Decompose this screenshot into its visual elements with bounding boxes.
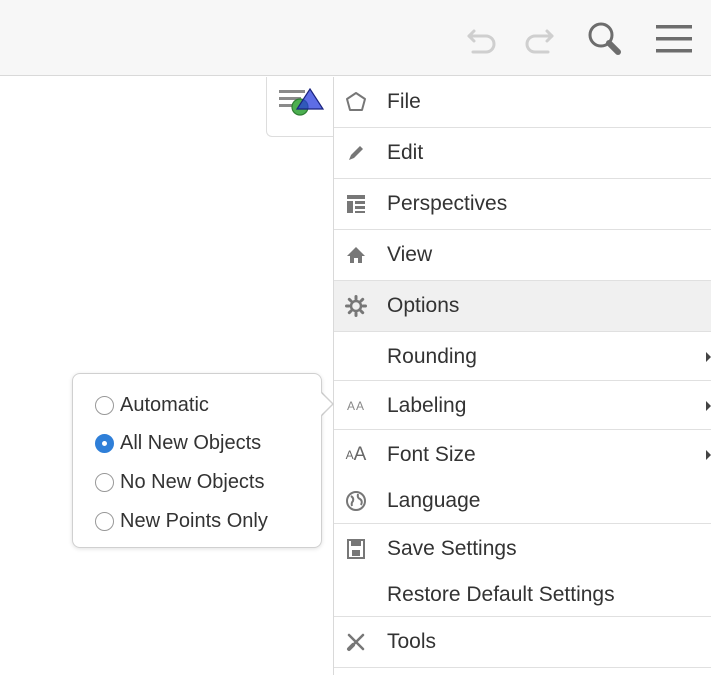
- submenu-arrow-icon: [706, 450, 711, 460]
- menu-item-label: Labeling: [387, 393, 467, 417]
- menu-item-edit[interactable]: Edit: [334, 128, 711, 179]
- menu-icon[interactable]: [652, 14, 696, 64]
- options-item-restore-defaults[interactable]: Restore Default Settings: [334, 574, 711, 616]
- options-item-save-settings[interactable]: Save Settings: [334, 524, 711, 574]
- small-caps-icon: AA: [346, 398, 365, 413]
- menu-item-label: View: [387, 243, 433, 266]
- labeling-option-no-new-objects[interactable]: No New Objects: [95, 471, 265, 494]
- file-icon: [344, 90, 368, 114]
- menu-item-tools[interactable]: Tools: [334, 617, 711, 667]
- menu-item-file[interactable]: File: [334, 77, 711, 128]
- font-size-icon: AA: [345, 444, 367, 465]
- options-item-language[interactable]: Language: [334, 479, 711, 523]
- menu-item-label: Perspectives: [387, 192, 508, 215]
- menu-divider: [334, 667, 711, 668]
- menu-item-view[interactable]: View: [334, 230, 711, 281]
- menu-item-label: Tools: [387, 630, 437, 653]
- options-item-labeling[interactable]: AA Labeling: [334, 381, 711, 430]
- radio-label: All New Objects: [120, 432, 262, 454]
- radio-label: No New Objects: [120, 471, 265, 493]
- globe-icon: [344, 489, 368, 513]
- perspectives-toggle-icon: [279, 87, 325, 116]
- main-menu: File Edit Perspectives View Options Roun…: [333, 77, 711, 675]
- home-icon: [344, 243, 368, 267]
- submenu-arrow-icon: [706, 351, 711, 362]
- radio-label: New Points Only: [120, 510, 268, 532]
- radio-label: Automatic: [120, 394, 209, 416]
- gear-icon: [344, 294, 368, 318]
- radio-button[interactable]: [95, 396, 114, 415]
- menu-item-label: Options: [387, 294, 460, 317]
- save-icon: [344, 537, 368, 561]
- menu-item-label: Save Settings: [387, 537, 517, 560]
- labeling-option-all-new-objects[interactable]: All New Objects: [95, 432, 261, 455]
- radio-button[interactable]: [95, 473, 114, 492]
- menu-item-options[interactable]: Options: [334, 281, 711, 332]
- options-item-rounding[interactable]: Rounding: [334, 332, 711, 381]
- perspectives-toggle-button[interactable]: [266, 77, 336, 137]
- submenu-arrow-icon: [706, 400, 711, 411]
- menu-item-label: Font Size: [387, 443, 476, 466]
- search-icon[interactable]: [583, 14, 627, 64]
- top-toolbar: [0, 0, 711, 76]
- tools-icon: [344, 630, 368, 654]
- undo-icon[interactable]: [460, 14, 504, 64]
- menu-item-label: Restore Default Settings: [387, 583, 615, 606]
- perspectives-icon: [344, 192, 368, 216]
- menu-item-label: Rounding: [387, 344, 477, 368]
- menu-item-label: File: [387, 90, 421, 113]
- redo-icon[interactable]: [517, 14, 561, 64]
- pencil-icon: [344, 141, 368, 165]
- options-item-font-size[interactable]: AA Font Size: [334, 430, 711, 480]
- radio-button-selected[interactable]: [95, 434, 114, 453]
- radio-button[interactable]: [95, 512, 114, 531]
- labeling-option-automatic[interactable]: Automatic: [95, 394, 209, 417]
- labeling-option-new-points-only[interactable]: New Points Only: [95, 510, 268, 533]
- popup-pointer-fill: [319, 391, 332, 417]
- menu-item-label: Language: [387, 489, 481, 512]
- labeling-popup: Automatic All New Objects No New Objects…: [72, 373, 322, 548]
- menu-item-label: Edit: [387, 141, 424, 164]
- menu-item-perspectives[interactable]: Perspectives: [334, 179, 711, 230]
